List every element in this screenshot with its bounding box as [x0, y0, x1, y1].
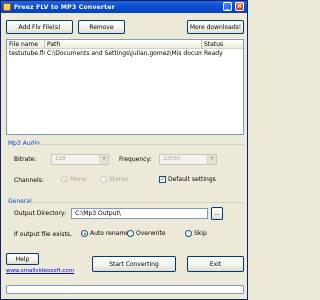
more-downloads-button[interactable]: More downloads!: [187, 20, 244, 34]
skip-label: Skip: [194, 230, 207, 237]
frequency-select[interactable]: 22050 ▼: [159, 154, 217, 165]
file-name-cell[interactable]: testutube.flv: [7, 50, 45, 58]
minimize-icon[interactable]: _: [223, 2, 232, 11]
close-icon[interactable]: ×: [235, 2, 244, 11]
title-bar: Freez FLV to MP3 Converter _ ×: [1, 1, 247, 13]
mp3-audio-divider: [33, 144, 244, 145]
auto-rename-radio[interactable]: Auto rename: [81, 230, 129, 237]
help-label: Help: [15, 255, 30, 263]
app-window: Freez FLV to MP3 Converter _ × Add Flv F…: [0, 0, 248, 300]
skip-radio-dot: [185, 230, 192, 237]
default-settings-label: Default settings: [168, 176, 216, 183]
output-directory-label: Output Directory:: [14, 210, 66, 217]
column-file-name[interactable]: File name: [7, 40, 45, 49]
bitrate-select[interactable]: 128 ▼: [51, 154, 109, 165]
overwrite-radio[interactable]: Overwrite: [127, 230, 166, 237]
stereo-label: Stereo: [109, 176, 129, 183]
file-list-header: File name Path Status: [7, 40, 243, 49]
channels-label: Channels:: [14, 177, 44, 184]
skip-radio[interactable]: Skip: [185, 230, 207, 237]
overwrite-label: Overwrite: [136, 230, 166, 237]
general-divider: [29, 202, 244, 203]
window-title: Freez FLV to MP3 Converter: [14, 3, 115, 11]
frequency-label: Frequency:: [119, 156, 152, 163]
frequency-value: 22050: [163, 156, 181, 162]
remove-label: Remove: [89, 23, 114, 31]
auto-rename-label: Auto rename: [90, 230, 129, 237]
file-path-cell[interactable]: C:\Documents and Settings\julian.gomez\M…: [45, 50, 202, 58]
more-downloads-label: More downloads!: [189, 23, 242, 31]
if-exists-label: If output file exists,: [14, 231, 72, 238]
overwrite-radio-dot: [127, 230, 134, 237]
chevron-down-icon[interactable]: ▼: [99, 155, 108, 164]
add-flv-button[interactable]: Add Flv File(s): [6, 20, 73, 34]
file-status-cell[interactable]: Ready: [202, 50, 244, 58]
add-flv-label: Add Flv File(s): [18, 23, 61, 31]
start-converting-label: Start Converting: [109, 260, 159, 268]
mono-radio-dot: [61, 176, 68, 183]
conversion-progress-bar: [6, 285, 244, 294]
default-settings-check-icon: ✓: [159, 176, 166, 183]
stereo-radio[interactable]: Stereo: [100, 176, 129, 183]
stereo-radio-dot: [100, 176, 107, 183]
browse-label: ...: [214, 210, 220, 217]
default-settings-checkbox[interactable]: ✓ Default settings: [159, 176, 216, 183]
remove-button[interactable]: Remove: [78, 20, 125, 34]
column-status[interactable]: Status: [202, 40, 244, 49]
mono-radio[interactable]: Mono: [61, 176, 86, 183]
chevron-down-icon[interactable]: ▼: [207, 155, 216, 164]
help-button[interactable]: Help: [6, 253, 39, 265]
browse-button[interactable]: ...: [211, 207, 223, 220]
auto-rename-radio-dot: [81, 230, 88, 237]
bitrate-value: 128: [55, 156, 66, 162]
bitrate-label: Bitrate:: [14, 156, 37, 163]
website-link[interactable]: www.smallvideosoft.com: [6, 268, 74, 274]
app-icon: [3, 3, 11, 11]
output-directory-field[interactable]: C:\Mp3 Output\: [71, 208, 208, 219]
column-path[interactable]: Path: [45, 40, 202, 49]
file-list[interactable]: File name Path Status testutube.flv C:\D…: [6, 39, 244, 135]
exit-button[interactable]: Exit: [187, 256, 244, 272]
mono-label: Mono: [70, 176, 87, 183]
start-converting-button[interactable]: Start Converting: [92, 256, 176, 272]
exit-label: Exit: [209, 260, 222, 268]
